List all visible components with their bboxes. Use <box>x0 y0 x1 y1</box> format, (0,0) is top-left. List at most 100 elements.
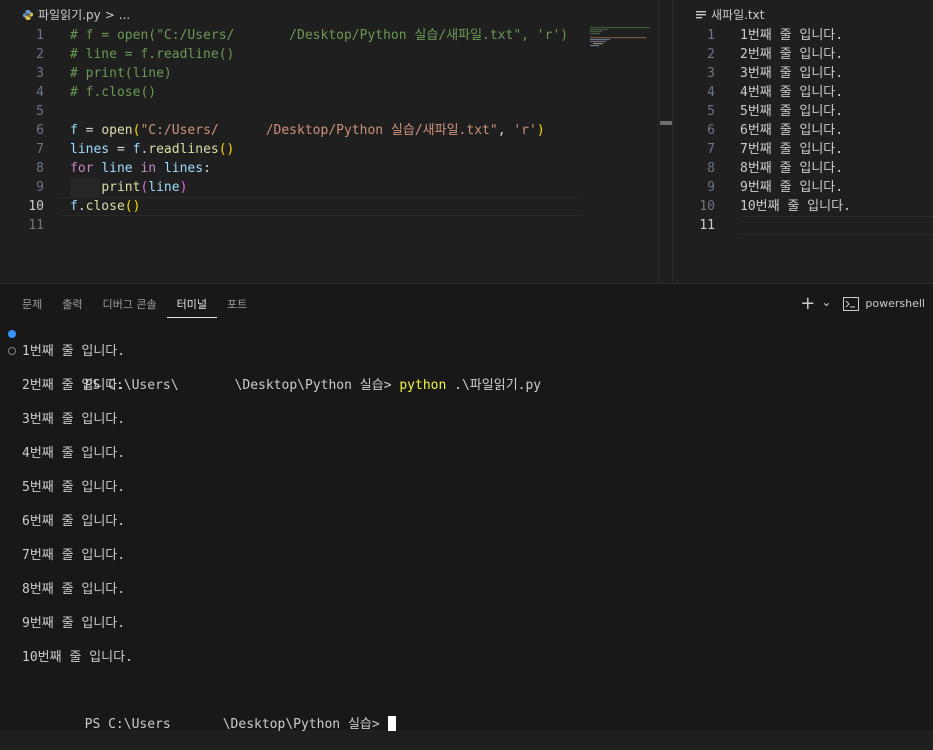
code-text: # f.close() <box>70 85 157 100</box>
line-text: 4번째 줄 입니다. <box>740 85 844 100</box>
line-text: 8번째 줄 입니다. <box>740 161 844 176</box>
code-line[interactable]: 5 <box>0 102 672 121</box>
text-line[interactable]: 8 8번째 줄 입니다. <box>673 159 933 178</box>
output-text: 2번째 줄 입니다. <box>22 378 126 393</box>
terminal-prompt-line: PS C:\Users \Desktop\Python 실습> <box>0 682 933 732</box>
code-line[interactable]: 3 # print(line) <box>0 64 672 83</box>
panel-tab[interactable]: 출력 <box>52 294 92 318</box>
line-text: 1번째 줄 입니다. <box>740 28 844 43</box>
line-text: 5번째 줄 입니다. <box>740 104 844 119</box>
output-text: 5번째 줄 입니다. <box>22 480 126 495</box>
code-line[interactable]: 11 <box>0 216 672 235</box>
line-number: 7 <box>36 142 44 157</box>
line-text: 7번째 줄 입니다. <box>740 142 844 157</box>
panel-tab[interactable]: 터미널 <box>166 294 217 318</box>
panel-tab[interactable]: 포트 <box>217 294 257 318</box>
breadcrumb-file[interactable]: 새파일.txt <box>711 6 764 23</box>
code-line[interactable]: 9 print(line) <box>0 178 672 197</box>
add-terminal-icon[interactable]: + <box>800 293 815 314</box>
text-line[interactable]: 1 1번째 줄 입니다. <box>673 26 933 45</box>
line-number: 2 <box>707 47 715 62</box>
text-line[interactable]: 4 4번째 줄 입니다. <box>673 83 933 102</box>
editor-scrollbar[interactable] <box>658 0 673 283</box>
terminal[interactable]: PS C:\Users\ \Desktop\Python 실습> python .… <box>0 326 933 732</box>
line-number: 9 <box>707 180 715 195</box>
prompt-suffix: \Desktop\Python 실습> <box>222 717 388 732</box>
code-line[interactable]: 4 # f.close() <box>0 83 672 102</box>
line-number: 3 <box>36 66 44 81</box>
scrollbar-thumb[interactable] <box>660 121 672 125</box>
output-text: 4번째 줄 입니다. <box>22 446 126 461</box>
prompt-prefix: PS C:\Users <box>84 717 171 732</box>
line-number: 10 <box>28 199 44 214</box>
terminal-output-line: 2번째 줄 입니다. <box>0 377 933 394</box>
output-text: 9번째 줄 입니다. <box>22 616 126 631</box>
output-text: 1번째 줄 입니다. <box>22 344 126 359</box>
line-number: 1 <box>36 28 44 43</box>
text-line[interactable]: 7 7번째 줄 입니다. <box>673 140 933 159</box>
code-line[interactable]: 10 f.close() <box>0 197 672 216</box>
code-line[interactable]: 6 f = open("C:/Users/ /Desktop/Python 실습/… <box>0 121 672 140</box>
breadcrumb[interactable]: 새파일.txt <box>695 6 764 23</box>
panel-tab[interactable]: 문제 <box>12 294 52 318</box>
line-text: 10번째 줄 입니다. <box>740 199 851 214</box>
output-text: 10번째 줄 입니다. <box>22 650 133 665</box>
text-line[interactable]: 6 6번째 줄 입니다. <box>673 121 933 140</box>
output-text: 7번째 줄 입니다. <box>22 548 126 563</box>
terminal-output-line: 7번째 줄 입니다. <box>0 547 933 564</box>
code-area[interactable]: 1 # f = open("C:/Users/ /Desktop/Python 실… <box>0 26 672 235</box>
python-file-icon <box>23 9 33 20</box>
line-number: 8 <box>707 161 715 176</box>
line-text: 6번째 줄 입니다. <box>740 123 844 138</box>
code-line[interactable]: 1 # f = open("C:/Users/ /Desktop/Python 실… <box>0 26 672 45</box>
line-number: 8 <box>36 161 44 176</box>
line-number: 4 <box>707 85 715 100</box>
code-text: print(line) <box>101 180 188 195</box>
code-text: # line = f.readline() <box>70 47 235 62</box>
line-number: 9 <box>36 180 44 195</box>
text-line[interactable]: 3 3번째 줄 입니다. <box>673 64 933 83</box>
code-area[interactable]: 1 1번째 줄 입니다. 2 2번째 줄 입니다. 3 3번째 줄 입니다. 4 4번째 줄 … <box>673 26 933 235</box>
breadcrumb-separator: > <box>104 7 115 22</box>
line-number: 2 <box>36 47 44 62</box>
text-line[interactable]: 9 9번째 줄 입니다. <box>673 178 933 197</box>
terminal-output-line: 9번째 줄 입니다. <box>0 615 933 632</box>
line-number: 10 <box>699 199 715 214</box>
panel-tab[interactable]: 디버그 콘솔 <box>93 294 167 318</box>
command-decoration-icon[interactable] <box>8 330 16 338</box>
terminal-output-line: 6번째 줄 입니다. <box>0 513 933 530</box>
output-decoration-icon[interactable] <box>8 347 16 355</box>
terminal-output-line: 8번째 줄 입니다. <box>0 581 933 598</box>
text-line[interactable]: 2 2번째 줄 입니다. <box>673 45 933 64</box>
text-line[interactable]: 5 5번째 줄 입니다. <box>673 102 933 121</box>
terminal-output-line: 3번째 줄 입니다. <box>0 411 933 428</box>
current-line-highlight <box>739 216 933 235</box>
terminal-output-line: 1번째 줄 입니다. <box>0 343 933 360</box>
terminal-output-line: 10번째 줄 입니다. <box>0 649 933 666</box>
terminal-output: 1번째 줄 입니다. 2번째 줄 입니다. 3번째 줄 입니다. 4번째 줄 입니다.… <box>0 343 933 666</box>
shell-name[interactable]: powershell <box>865 297 925 310</box>
panel-actions: + ⌄ powershell <box>800 293 933 314</box>
line-number: 3 <box>707 66 715 81</box>
text-line[interactable]: 10 10번째 줄 입니다. <box>673 197 933 216</box>
code-text: # f = open("C:/Users/ /Desktop/Python 실습… <box>70 26 569 45</box>
line-text: 9번째 줄 입니다. <box>740 180 844 195</box>
text-editor[interactable]: 새파일.txt 1 1번째 줄 입니다. 2 2번째 줄 입니다. 3 3번째 줄 입니다… <box>673 0 933 283</box>
python-editor[interactable]: 파일읽기.py > ... 1 # f = open("C:/Users/ /De… <box>0 0 672 283</box>
code-line[interactable]: 2 # line = f.readline() <box>0 45 672 64</box>
breadcrumb[interactable]: 파일읽기.py > ... <box>22 6 130 23</box>
breadcrumb-file[interactable]: 파일읽기.py <box>38 6 101 23</box>
code-text: for line in lines: <box>70 161 211 176</box>
text-line[interactable]: 11 <box>673 216 933 235</box>
line-text: 3번째 줄 입니다. <box>740 66 844 81</box>
breadcrumb-more[interactable]: ... <box>119 8 130 22</box>
minimap[interactable] <box>590 27 658 47</box>
chevron-down-icon[interactable]: ⌄ <box>821 295 831 309</box>
terminal-icon <box>843 296 860 311</box>
line-text: 2번째 줄 입니다. <box>740 47 844 62</box>
terminal-output-line: 5번째 줄 입니다. <box>0 479 933 496</box>
code-line[interactable]: 7 lines = f.readlines() <box>0 140 672 159</box>
line-number: 5 <box>36 104 44 119</box>
text-file-icon <box>696 10 706 18</box>
code-line[interactable]: 8 for line in lines: <box>0 159 672 178</box>
